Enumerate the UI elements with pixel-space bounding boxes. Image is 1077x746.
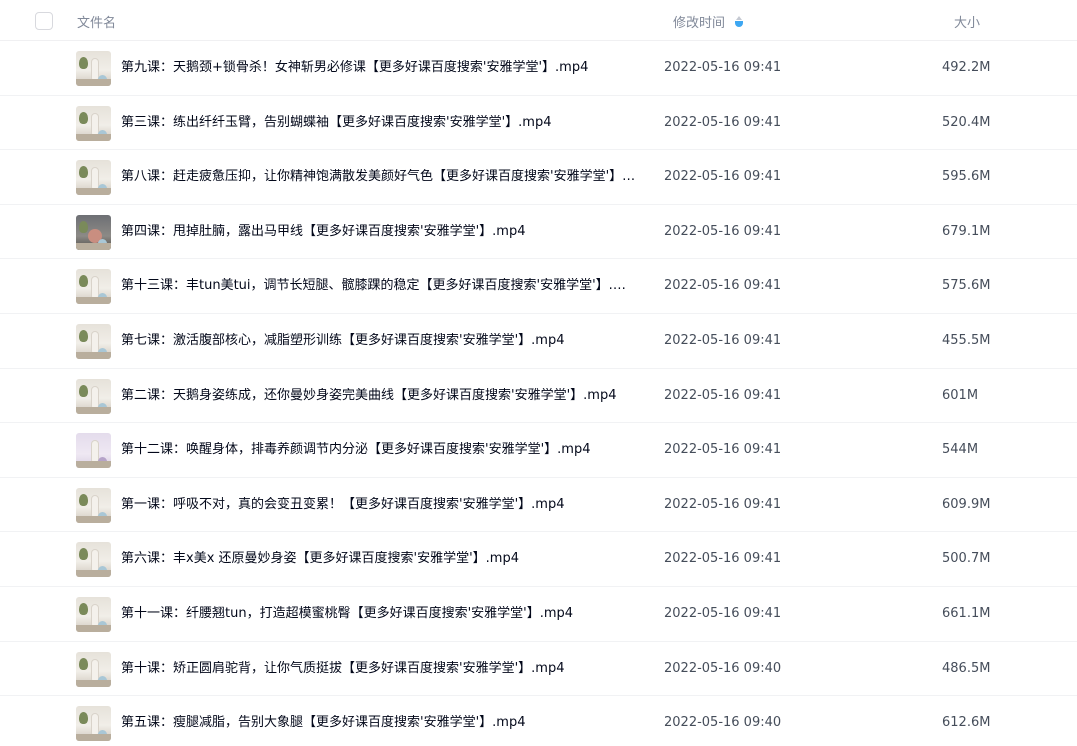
file-name[interactable]: 第五课：瘦腿减脂，告别大象腿【更多好课百度搜索'安雅学堂'】.mp4 xyxy=(121,715,637,731)
video-thumbnail[interactable] xyxy=(76,542,111,578)
file-row[interactable]: 第十课：矫正圆肩驼背，让你气质挺拔【更多好课百度搜索'安雅学堂'】.mp4 20… xyxy=(0,642,1077,697)
file-size: 601M xyxy=(942,387,979,403)
video-thumbnail[interactable] xyxy=(76,651,111,687)
video-thumbnail[interactable] xyxy=(76,105,111,141)
file-modified-time: 2022-05-16 09:41 xyxy=(664,605,782,621)
file-name[interactable]: 第二课：天鹅身姿练成，还你曼妙身姿完美曲线【更多好课百度搜索'安雅学堂'】.mp… xyxy=(121,388,637,404)
video-thumbnail[interactable] xyxy=(76,269,111,305)
file-modified-time: 2022-05-16 09:41 xyxy=(664,169,782,185)
file-size: 544M xyxy=(942,442,979,458)
column-header-size[interactable]: 大小 xyxy=(954,12,980,31)
file-size: 575.6M xyxy=(942,278,991,294)
file-modified-time: 2022-05-16 09:41 xyxy=(664,223,782,239)
file-name[interactable]: 第九课：天鹅颈+锁骨杀！女神斩男必修课【更多好课百度搜索'安雅学堂'】.mp4 xyxy=(121,60,637,76)
file-modified-time: 2022-05-16 09:41 xyxy=(664,332,782,348)
file-size: 609.9M xyxy=(942,496,991,512)
file-modified-time: 2022-05-16 09:40 xyxy=(664,715,782,731)
file-list: 文件名 修改时间 大小 第九课：天鹅颈+锁骨杀！女神斩男必修课【更多好课百度搜索… xyxy=(0,0,1077,746)
file-size: 595.6M xyxy=(942,169,991,185)
file-name[interactable]: 第一课：呼吸不对，真的会变丑变累！【更多好课百度搜索'安雅学堂'】.mp4 xyxy=(121,497,637,513)
file-size: 500.7M xyxy=(942,551,991,567)
file-modified-time: 2022-05-16 09:41 xyxy=(664,60,782,75)
file-name[interactable]: 第三课：练出纤纤玉臂，告别蝴蝶袖【更多好课百度搜索'安雅学堂'】.mp4 xyxy=(121,115,637,131)
column-header-time-label: 修改时间 xyxy=(673,16,726,31)
file-name[interactable]: 第四课：甩掉肚腩，露出马甲线【更多好课百度搜索'安雅学堂'】.mp4 xyxy=(121,224,637,240)
file-size: 612.6M xyxy=(942,715,991,731)
list-header: 文件名 修改时间 大小 xyxy=(0,0,1077,41)
file-modified-time: 2022-05-16 09:41 xyxy=(664,278,782,294)
file-size: 520.4M xyxy=(942,114,991,130)
video-thumbnail[interactable] xyxy=(76,433,111,469)
file-modified-time: 2022-05-16 09:41 xyxy=(664,496,782,512)
video-thumbnail[interactable] xyxy=(76,487,111,523)
file-name[interactable]: 第十课：矫正圆肩驼背，让你气质挺拔【更多好课百度搜索'安雅学堂'】.mp4 xyxy=(121,661,637,677)
video-thumbnail[interactable] xyxy=(76,706,111,742)
file-row[interactable]: 第六课：丰x美x 还原曼妙身姿【更多好课百度搜索'安雅学堂'】.mp4 2022… xyxy=(0,532,1077,587)
column-header-name[interactable]: 文件名 xyxy=(77,12,116,31)
file-name[interactable]: 第七课：激活腹部核心，减脂塑形训练【更多好课百度搜索'安雅学堂'】.mp4 xyxy=(121,333,637,349)
video-thumbnail[interactable] xyxy=(76,214,111,250)
video-thumbnail[interactable] xyxy=(76,596,111,632)
file-size: 486.5M xyxy=(942,660,991,676)
file-row[interactable]: 第十三课：丰tun美tui，调节长短腿、髋膝踝的稳定【更多好课百度搜索'安雅学堂… xyxy=(0,259,1077,314)
file-row[interactable]: 第十一课：纤腰翘tun，打造超模蜜桃臀【更多好课百度搜索'安雅学堂'】.mp4 … xyxy=(0,587,1077,642)
file-name[interactable]: 第八课：赶走疲惫压抑，让你精神饱满散发美颜好气色【更多好课百度搜索'安雅学堂'】… xyxy=(121,169,637,185)
sort-descending-icon[interactable] xyxy=(735,16,744,28)
file-name[interactable]: 第十三课：丰tun美tui，调节长短腿、髋膝踝的稳定【更多好课百度搜索'安雅学堂… xyxy=(121,278,637,294)
file-row[interactable]: 第七课：激活腹部核心，减脂塑形训练【更多好课百度搜索'安雅学堂'】.mp4 20… xyxy=(0,314,1077,369)
file-row[interactable]: 第二课：天鹅身姿练成，还你曼妙身姿完美曲线【更多好课百度搜索'安雅学堂'】.mp… xyxy=(0,369,1077,424)
file-size: 492.2M xyxy=(942,60,991,75)
file-name[interactable]: 第六课：丰x美x 还原曼妙身姿【更多好课百度搜索'安雅学堂'】.mp4 xyxy=(121,551,637,567)
video-thumbnail[interactable] xyxy=(76,323,111,359)
video-thumbnail[interactable] xyxy=(76,378,111,414)
video-thumbnail[interactable] xyxy=(76,160,111,196)
file-name[interactable]: 第十一课：纤腰翘tun，打造超模蜜桃臀【更多好课百度搜索'安雅学堂'】.mp4 xyxy=(121,606,637,622)
file-modified-time: 2022-05-16 09:40 xyxy=(664,660,782,676)
file-row[interactable]: 第八课：赶走疲惫压抑，让你精神饱满散发美颜好气色【更多好课百度搜索'安雅学堂'】… xyxy=(0,150,1077,205)
file-row[interactable]: 第四课：甩掉肚腩，露出马甲线【更多好课百度搜索'安雅学堂'】.mp4 2022-… xyxy=(0,205,1077,260)
video-thumbnail[interactable] xyxy=(76,51,111,86)
file-modified-time: 2022-05-16 09:41 xyxy=(664,551,782,567)
file-row[interactable]: 第五课：瘦腿减脂，告别大象腿【更多好课百度搜索'安雅学堂'】.mp4 2022-… xyxy=(0,696,1077,746)
column-header-time[interactable]: 修改时间 xyxy=(673,12,744,31)
file-modified-time: 2022-05-16 09:41 xyxy=(664,387,782,403)
file-size: 679.1M xyxy=(942,223,991,239)
select-all-checkbox[interactable] xyxy=(35,12,53,30)
file-row[interactable]: 第一课：呼吸不对，真的会变丑变累！【更多好课百度搜索'安雅学堂'】.mp4 20… xyxy=(0,478,1077,533)
file-row[interactable]: 第十二课：唤醒身体，排毒养颜调节内分泌【更多好课百度搜索'安雅学堂'】.mp4 … xyxy=(0,423,1077,478)
file-rows: 第九课：天鹅颈+锁骨杀！女神斩男必修课【更多好课百度搜索'安雅学堂'】.mp4 … xyxy=(0,41,1077,746)
file-row[interactable]: 第九课：天鹅颈+锁骨杀！女神斩男必修课【更多好课百度搜索'安雅学堂'】.mp4 … xyxy=(0,41,1077,96)
file-name[interactable]: 第十二课：唤醒身体，排毒养颜调节内分泌【更多好课百度搜索'安雅学堂'】.mp4 xyxy=(121,442,637,458)
file-modified-time: 2022-05-16 09:41 xyxy=(664,442,782,458)
file-row[interactable]: 第三课：练出纤纤玉臂，告别蝴蝶袖【更多好课百度搜索'安雅学堂'】.mp4 202… xyxy=(0,96,1077,151)
file-modified-time: 2022-05-16 09:41 xyxy=(664,114,782,130)
file-size: 455.5M xyxy=(942,332,991,348)
file-size: 661.1M xyxy=(942,605,991,621)
